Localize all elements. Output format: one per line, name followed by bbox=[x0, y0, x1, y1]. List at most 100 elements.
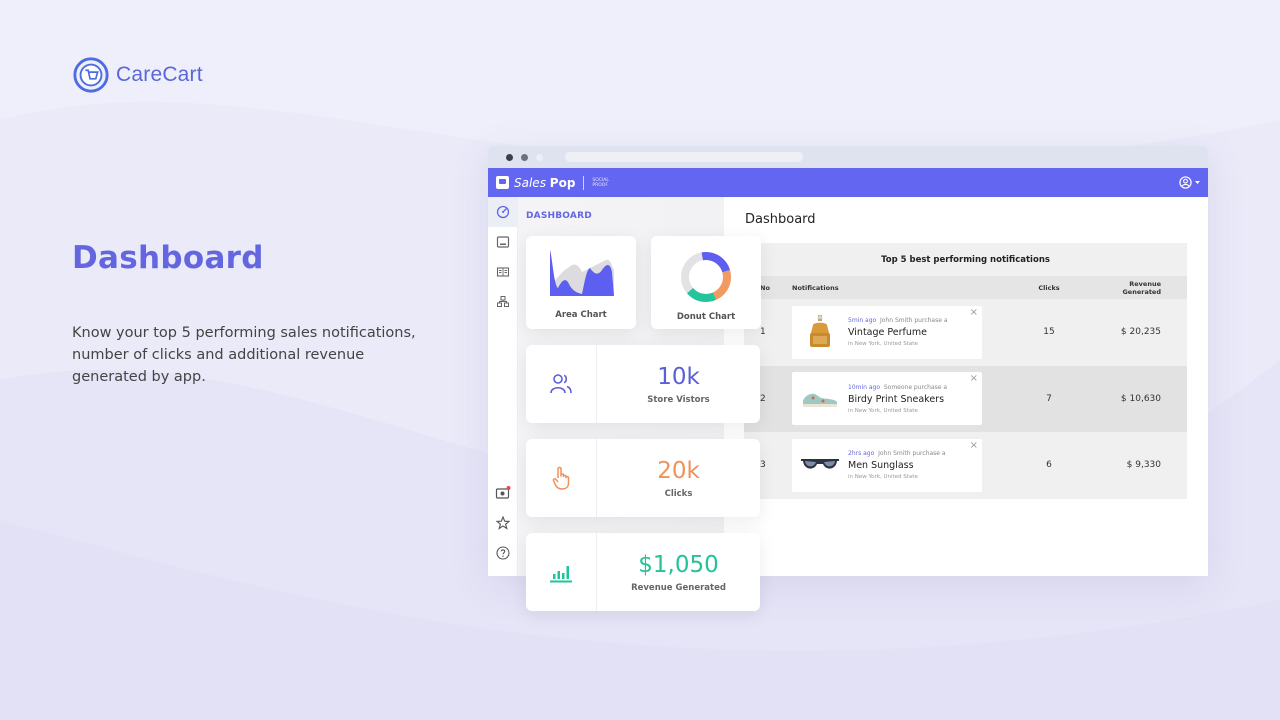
notification-card[interactable]: 10min ago Someone purchase a Birdy Print… bbox=[792, 372, 982, 426]
layout-icon bbox=[496, 267, 510, 277]
salespop-logo-icon bbox=[496, 176, 509, 189]
notification-location: in New York, United State bbox=[848, 341, 918, 348]
store-visitors-card: 10k Store Vistors bbox=[526, 345, 760, 423]
notification-time: 5min ago bbox=[848, 317, 877, 325]
camera-icon bbox=[495, 486, 511, 499]
nav-title-dashboard[interactable]: DASHBOARD bbox=[526, 211, 592, 221]
notification-cell: 2hrs ago John Smith purchase a Men Sungl… bbox=[792, 438, 1004, 492]
chevron-down-icon bbox=[1195, 180, 1200, 184]
url-bar[interactable] bbox=[565, 152, 803, 162]
area-chart-icon bbox=[550, 250, 614, 296]
stat-icon-cell bbox=[526, 439, 597, 517]
table-caption: Top 5 best performing notifications bbox=[881, 254, 1050, 265]
top-notifications-table: Top 5 best performing notifications No N… bbox=[744, 243, 1187, 499]
notification-time: 2hrs ago bbox=[848, 450, 875, 458]
app-name: Sales Pop bbox=[514, 175, 576, 190]
clicks-value: 20k bbox=[657, 457, 700, 484]
revenue-value: $ 20,235 bbox=[1120, 327, 1161, 338]
notification-time: 10min ago bbox=[848, 383, 881, 391]
perfume-icon bbox=[810, 314, 830, 348]
product-image-sunglass bbox=[800, 445, 840, 485]
stat-body: 20k Clicks bbox=[597, 439, 760, 517]
donut-chart-card[interactable]: Donut Chart bbox=[651, 236, 761, 329]
notification-location: in New York, United State bbox=[848, 474, 918, 481]
table-header: No Notifications Clicks Revenue Generate… bbox=[744, 276, 1187, 299]
notification-product: Birdy Print Sneakers bbox=[848, 393, 945, 405]
area-chart-label: Area Chart bbox=[555, 310, 607, 320]
users-icon bbox=[550, 374, 572, 394]
column-header-revenue: Revenue Generated bbox=[1122, 279, 1161, 296]
notification-meta: 10min ago Someone purchase a bbox=[848, 384, 947, 391]
product-image-perfume bbox=[800, 312, 840, 352]
close-icon[interactable]: × bbox=[970, 374, 978, 384]
sidebar-bottom bbox=[488, 478, 518, 568]
revenue-value: $1,050 bbox=[638, 551, 719, 578]
notification-card[interactable]: 5min ago John Smith purchase a Vintage P… bbox=[792, 305, 982, 359]
window-minimize-dot[interactable] bbox=[521, 153, 528, 161]
revenue-value: $ 9,330 bbox=[1126, 460, 1161, 471]
notification-card[interactable]: 2hrs ago John Smith purchase a Men Sungl… bbox=[792, 438, 982, 492]
carecart-logo-icon bbox=[73, 57, 109, 93]
stat-icon-cell bbox=[526, 533, 597, 611]
hero-description: Know your top 5 performing sales notific… bbox=[72, 325, 416, 385]
notifications-icon bbox=[496, 236, 510, 248]
clicks-value: 15 bbox=[1043, 327, 1055, 338]
store-visitors-label: Store Vistors bbox=[647, 394, 710, 405]
product-image-sneakers bbox=[800, 379, 840, 419]
sneaker-icon bbox=[803, 393, 837, 407]
app-header: Sales Pop SOCIAL PROOF bbox=[488, 168, 1208, 197]
close-icon[interactable]: × bbox=[970, 440, 978, 451]
window-maximize-dot[interactable] bbox=[536, 153, 543, 161]
main-content: Dashboard Top 5 best performing notifica… bbox=[724, 197, 1208, 576]
notification-cell: 5min ago John Smith purchase a Vintage P… bbox=[792, 305, 1004, 359]
sidebar-item-integrations[interactable] bbox=[488, 287, 518, 317]
sidebar-rail bbox=[488, 197, 518, 576]
revenue-value: $ 10,630 bbox=[1120, 393, 1161, 404]
divider bbox=[583, 175, 585, 190]
notification-product: Men Sunglass bbox=[848, 460, 914, 472]
revenue-card: $1,050 Revenue Generated bbox=[526, 533, 760, 611]
store-visitors-value: 10k bbox=[657, 363, 700, 390]
sidebar-item-layout[interactable] bbox=[488, 257, 518, 287]
close-icon[interactable]: × bbox=[970, 307, 978, 318]
help-icon bbox=[496, 546, 510, 560]
brand: CareCart bbox=[72, 56, 203, 94]
notification-text: 10min ago Someone purchase a Birdy Print… bbox=[848, 384, 947, 414]
table-row: 2 10min ago Someone purchase a Birdy Pri… bbox=[744, 365, 1187, 432]
user-avatar-icon bbox=[1179, 176, 1192, 189]
star-icon bbox=[496, 516, 510, 530]
clicks-label: Clicks bbox=[664, 488, 693, 499]
notification-product: Vintage Perfume bbox=[848, 327, 927, 339]
notification-buyer: John Smith purchase a bbox=[880, 317, 948, 325]
browser-chrome bbox=[488, 146, 1208, 168]
area-chart-card[interactable]: Area Chart bbox=[526, 236, 636, 329]
sunglasses-icon bbox=[801, 459, 839, 469]
sidebar-item-help[interactable] bbox=[488, 538, 518, 568]
sidebar-item-dashboard[interactable] bbox=[488, 197, 518, 227]
user-menu-button[interactable] bbox=[1179, 176, 1200, 189]
table-row: 3 2hrs ago John Smith purchase a Men Sun… bbox=[744, 432, 1187, 499]
app-logo[interactable]: Sales Pop SOCIAL PROOF bbox=[496, 175, 609, 190]
sidebar-item-camera[interactable] bbox=[488, 478, 518, 508]
bar-chart-icon bbox=[550, 566, 572, 583]
sidebar-item-favorites[interactable] bbox=[488, 508, 518, 538]
sidebar-item-notifications[interactable] bbox=[488, 227, 518, 257]
notification-location: in New York, United State bbox=[848, 407, 918, 414]
stat-icon-cell bbox=[526, 345, 597, 423]
clicks-value: 7 bbox=[1046, 393, 1052, 404]
table-row: 1 5min ago John Smith purchase a Vintage… bbox=[744, 299, 1187, 366]
notification-meta: 2hrs ago John Smith purchase a bbox=[848, 450, 946, 457]
notification-buyer: John Smith purchase a bbox=[878, 450, 946, 458]
hero-title: Dashboard bbox=[72, 240, 264, 276]
column-header-clicks: Clicks bbox=[1038, 283, 1060, 292]
stat-body: 10k Store Vistors bbox=[597, 345, 760, 423]
app-tagline: SOCIAL PROOF bbox=[592, 177, 609, 188]
column-header-notifications: Notifications bbox=[792, 283, 839, 292]
revenue-label: Revenue Generated bbox=[631, 582, 726, 593]
clicks-card: 20k Clicks bbox=[526, 439, 760, 517]
integrations-icon bbox=[497, 296, 509, 307]
notification-text: 5min ago John Smith purchase a Vintage P… bbox=[848, 317, 948, 347]
stat-body: $1,050 Revenue Generated bbox=[597, 533, 760, 611]
donut-chart-icon bbox=[681, 252, 731, 302]
window-close-dot[interactable] bbox=[506, 153, 513, 161]
